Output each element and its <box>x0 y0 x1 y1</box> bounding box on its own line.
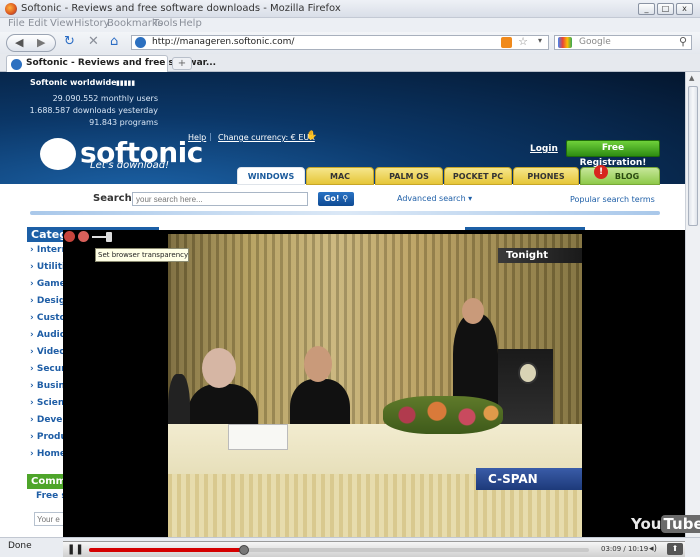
tab-windows[interactable]: WINDOWS <box>237 167 305 185</box>
search-placeholder: Google <box>579 37 611 47</box>
currency-icon: ✋ <box>306 131 318 141</box>
pause-icon[interactable]: ❚❚ <box>67 544 84 555</box>
tab-palm-os[interactable]: PALM OS <box>375 167 443 185</box>
fullscreen-icon[interactable]: ⬆ <box>667 543 683 555</box>
address-bar[interactable]: http://manageren.softonic.com/ ☆ ▾ <box>131 35 549 50</box>
tab-favicon-icon <box>11 59 22 70</box>
site-slogan: Let's download! <box>90 160 170 171</box>
link-separator: | <box>209 132 212 141</box>
stat-programs: 91.843 programs <box>89 118 158 127</box>
transparency-slider-track[interactable] <box>92 236 106 238</box>
forward-arrow-icon: ▶ <box>37 36 46 49</box>
firefox-icon <box>5 3 17 15</box>
guest-head-center <box>304 346 332 382</box>
progress-bar[interactable] <box>89 545 589 555</box>
new-tab-button[interactable]: + <box>172 57 192 70</box>
tab-pocket-pc[interactable]: POCKET PC <box>444 167 512 185</box>
close-overlay-icon[interactable] <box>64 231 75 242</box>
flags-icon[interactable]: ▮▮▮▮▮ <box>116 79 135 87</box>
back-forward-button[interactable]: ◀ ▶ <box>6 34 56 52</box>
presidential-seal-icon <box>518 362 538 384</box>
time-display: 03:09 / 10:19 <box>601 545 649 553</box>
menu-edit[interactable]: Edit <box>28 18 47 29</box>
free-registration-button[interactable]: Free Registration! <box>566 140 660 168</box>
search-magnifier-icon[interactable]: ⚲ <box>679 35 687 48</box>
transparency-slider-handle[interactable] <box>106 232 112 242</box>
status-text: Done <box>8 541 32 551</box>
menu-history[interactable]: History <box>74 18 110 29</box>
chevron-down-icon: ▾ <box>465 194 473 203</box>
youtube-logo[interactable]: You Tube <box>631 515 700 533</box>
cspan-logo: C-SPAN <box>476 468 582 490</box>
blog-alert-icon: ! <box>594 165 608 179</box>
search-bar[interactable]: Google ⚲ <box>554 35 692 50</box>
home-icon[interactable]: ⌂ <box>110 34 118 49</box>
tab-softonic[interactable]: Softonic - Reviews and free softwar... <box>6 55 216 72</box>
menu-bar: File Edit View History Bookmarks Tools H… <box>0 18 700 32</box>
site-stats: Softonic worldwide ▮▮▮▮▮ 29.090.552 mont… <box>30 78 158 138</box>
speaker-head <box>462 298 484 324</box>
scroll-thumb[interactable] <box>688 86 698 226</box>
go-label: Go! <box>323 194 340 203</box>
video-overlay[interactable]: Tonight C-SPAN You Tube <box>63 230 700 557</box>
stop-icon[interactable]: ✕ <box>88 34 99 49</box>
stat-downloads-yesterday: 1.688.587 downloads yesterday <box>29 106 158 115</box>
video-controls: ❚❚ 03:09 / 10:19 ◂) ⬆ <box>63 541 685 557</box>
minimize-button[interactable]: _ <box>638 3 655 15</box>
rss-icon[interactable] <box>501 37 512 48</box>
video-frame[interactable]: Tonight C-SPAN <box>168 234 582 539</box>
change-currency-link[interactable]: Change currency: € EUR <box>218 133 315 142</box>
menu-file[interactable]: File <box>8 18 25 29</box>
advanced-search-link[interactable]: Advanced search ▾ <box>397 194 472 203</box>
search-label: Search: <box>93 193 136 204</box>
tonight-banner: Tonight <box>498 248 582 263</box>
search-divider <box>30 211 660 215</box>
title-bar: Softonic - Reviews and free software dow… <box>0 0 700 18</box>
google-engine-icon[interactable] <box>558 37 572 48</box>
url-text: http://manageren.softonic.com/ <box>152 37 295 47</box>
back-arrow-icon: ◀ <box>15 36 24 49</box>
category-video[interactable]: Video <box>30 347 66 357</box>
softonic-logo-icon[interactable] <box>40 138 76 170</box>
community-header: Comm <box>27 474 66 489</box>
menu-tools[interactable]: Tools <box>153 18 178 29</box>
window-title: Softonic - Reviews and free software dow… <box>21 3 341 14</box>
volume-icon[interactable]: ◂) <box>649 544 657 554</box>
go-search-button[interactable]: Go! ⚲ <box>318 192 354 206</box>
search-icon: ⚲ <box>342 194 349 203</box>
scroll-up-icon[interactable]: ▲ <box>689 74 694 82</box>
site-header: Softonic worldwide ▮▮▮▮▮ 29.090.552 mont… <box>0 72 685 185</box>
close-button[interactable]: x <box>676 3 693 15</box>
tab-phones[interactable]: PHONES <box>513 167 579 185</box>
menu-view[interactable]: View <box>50 18 74 29</box>
bookmark-star-icon[interactable]: ☆ <box>518 35 528 48</box>
category-home[interactable]: Home <box>30 449 66 459</box>
site-search-input[interactable] <box>132 192 308 206</box>
login-link[interactable]: Login <box>530 144 558 154</box>
worldwide-label[interactable]: Softonic worldwide <box>30 78 117 87</box>
progress-knob[interactable] <box>239 545 249 555</box>
minimize-overlay-icon[interactable] <box>78 231 89 242</box>
transparency-tooltip: Set browser transparency <box>95 248 189 262</box>
stat-monthly-users: 29.090.552 monthly users <box>52 94 158 103</box>
tab-blog[interactable]: BLOG <box>580 167 660 185</box>
youtube-you: You <box>631 515 662 533</box>
site-favicon-icon <box>135 37 146 48</box>
page-scrollbar[interactable]: ▲ <box>685 72 700 537</box>
maximize-button[interactable]: □ <box>657 3 674 15</box>
category-audio[interactable]: Audio <box>30 330 66 340</box>
guest-head-left <box>202 348 236 388</box>
history-dropdown-icon[interactable]: ▾ <box>538 36 542 45</box>
table-card <box>228 424 288 450</box>
popular-search-link[interactable]: Popular search terms <box>570 195 655 204</box>
transparency-tool[interactable] <box>62 230 117 244</box>
email-field[interactable] <box>34 512 64 526</box>
tab-mac[interactable]: MAC <box>306 167 374 185</box>
progress-fill <box>89 548 244 552</box>
menu-help[interactable]: Help <box>179 18 202 29</box>
reload-icon[interactable]: ↻ <box>64 34 75 49</box>
advanced-search-label: Advanced search <box>397 194 466 203</box>
flower-arrangement <box>383 396 503 434</box>
youtube-tube: Tube <box>661 515 700 533</box>
